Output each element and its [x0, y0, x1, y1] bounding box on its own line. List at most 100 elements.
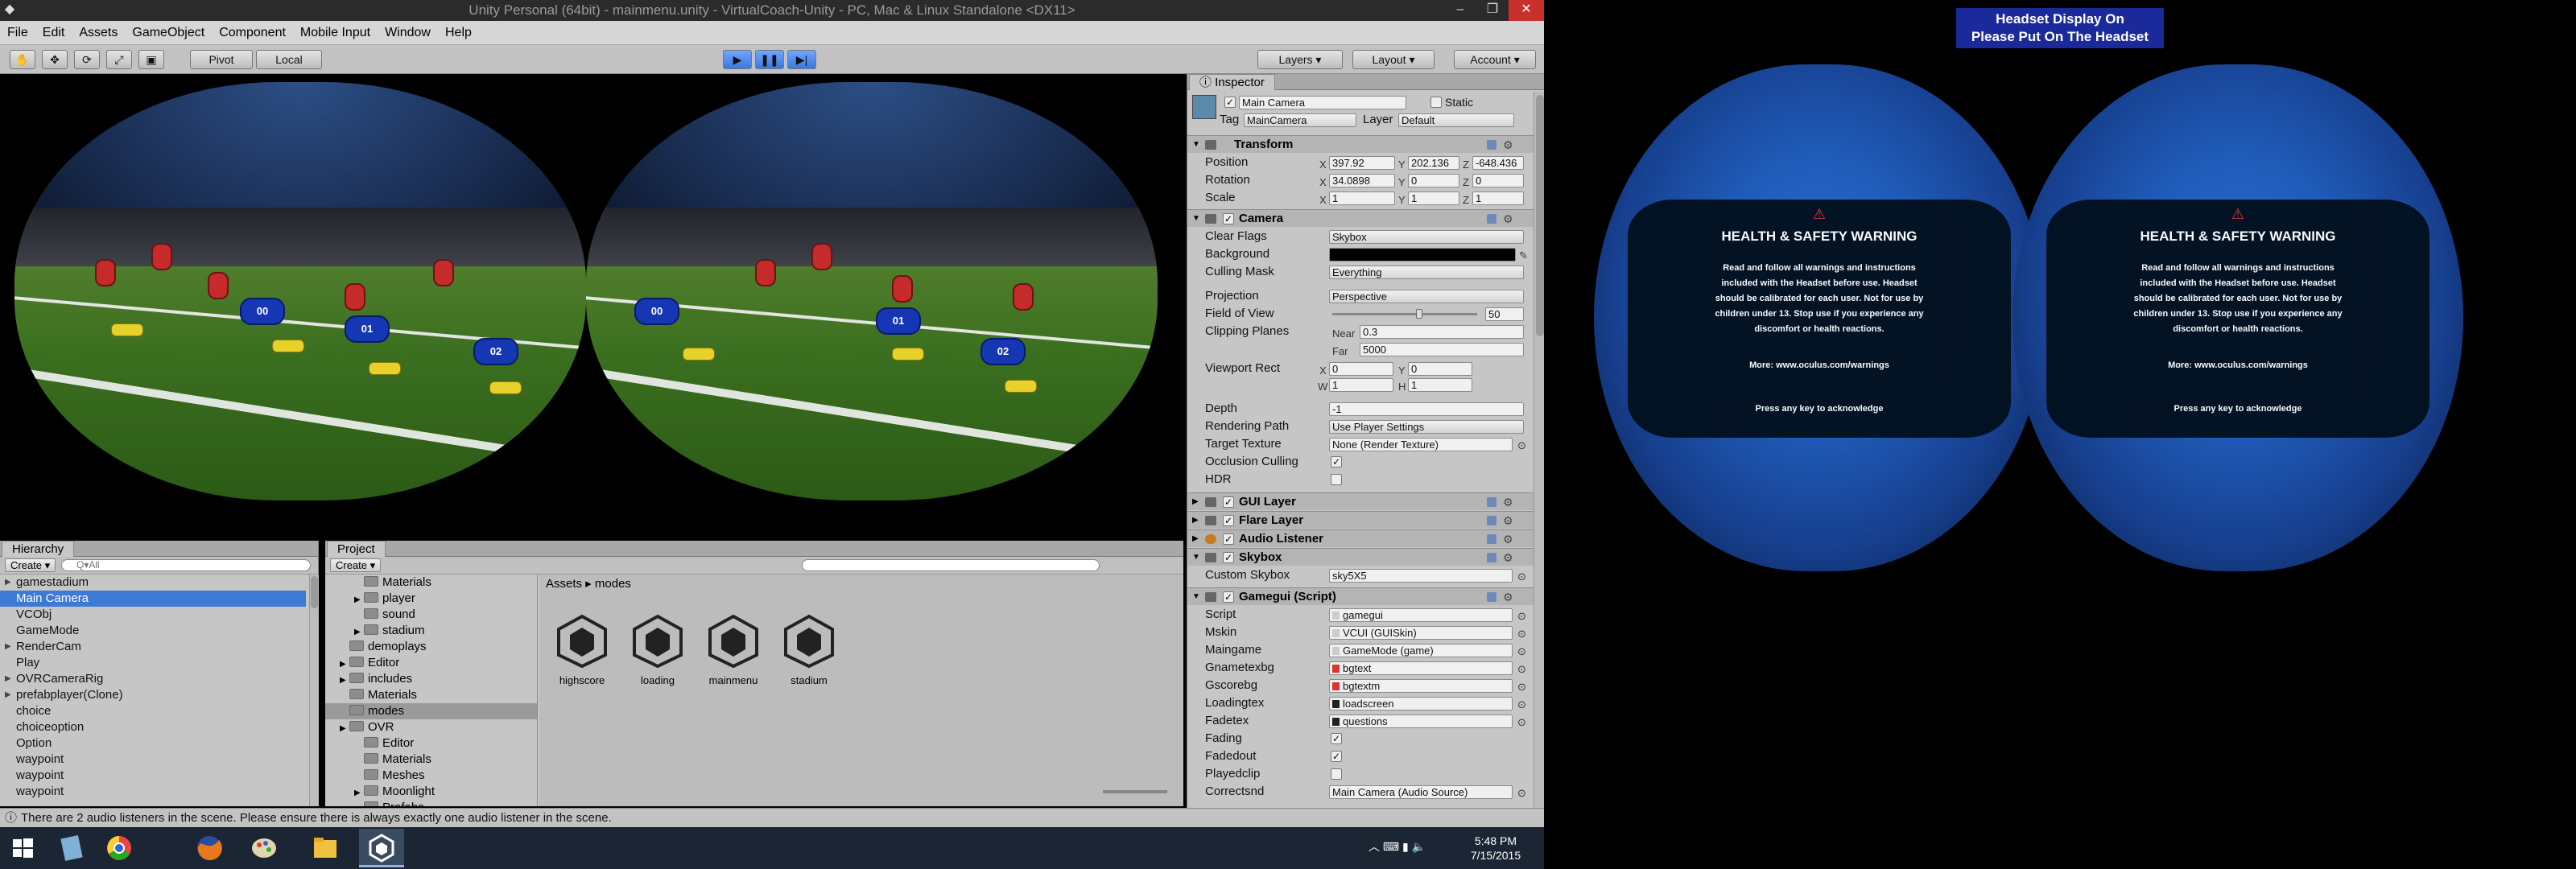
chrome-icon[interactable] — [97, 829, 142, 867]
project-folder-item[interactable]: Meshes — [325, 768, 537, 784]
help-icon[interactable] — [1487, 140, 1496, 150]
position-y-field[interactable]: 202.136 — [1408, 156, 1459, 170]
project-folder-item[interactable]: Materials — [325, 752, 537, 768]
rotation-y-field[interactable]: 0 — [1408, 174, 1459, 187]
help-icon[interactable] — [1487, 497, 1496, 507]
viewport-x-field[interactable]: 0 — [1329, 362, 1393, 376]
file-explorer-icon[interactable] — [303, 829, 348, 867]
gear-icon[interactable]: ⚙ — [1503, 512, 1513, 529]
hierarchy-item[interactable]: ▶ RenderCam — [0, 639, 306, 655]
project-folder-item[interactable]: modes — [325, 703, 537, 719]
menu-file[interactable]: File — [0, 21, 35, 45]
project-folder-item[interactable]: ▶ player — [325, 591, 537, 607]
depth-field[interactable]: -1 — [1329, 402, 1524, 416]
menu-edit[interactable]: Edit — [35, 21, 72, 45]
paint-icon[interactable] — [242, 829, 287, 867]
asset-mainmenu[interactable]: mainmenu — [699, 613, 768, 686]
tab-hierarchy[interactable]: Hierarchy — [2, 541, 75, 557]
expand-arrow-icon[interactable]: ▶ — [354, 592, 364, 608]
skybox-header[interactable]: ▼ ✓ Skybox ⚙ — [1187, 548, 1534, 566]
fov-slider[interactable] — [1332, 309, 1477, 319]
position-x-field[interactable]: 397.92 — [1329, 156, 1395, 170]
menu-gameobject[interactable]: GameObject — [125, 21, 212, 45]
gui-layer-checkbox[interactable]: ✓ — [1223, 496, 1234, 508]
close-button[interactable]: ✕ — [1509, 0, 1544, 21]
hierarchy-item[interactable]: ▶ OVRCameraRig — [0, 671, 306, 687]
tray-icons[interactable]: ︿ ⌨ ▮ 🔈 — [1368, 838, 1426, 855]
project-folder-item[interactable]: Editor — [325, 735, 537, 752]
object-picker-icon[interactable]: ⊙ — [1517, 678, 1526, 696]
object-picker-icon[interactable]: ⊙ — [1517, 714, 1526, 731]
gui-layer-header[interactable]: ▶ ✓ GUI Layer ⚙ — [1187, 492, 1534, 510]
static-checkbox[interactable] — [1430, 97, 1442, 108]
help-icon[interactable] — [1487, 214, 1496, 224]
firefox-icon[interactable] — [187, 829, 232, 867]
project-folder-item[interactable]: ▶ OVR — [325, 719, 537, 735]
viewport-y-field[interactable]: 0 — [1408, 362, 1472, 376]
culling-mask-dropdown[interactable]: Everything — [1329, 266, 1524, 279]
expand-arrow-icon[interactable]: ▶ — [340, 721, 349, 737]
active-checkbox[interactable]: ✓ — [1224, 97, 1236, 108]
fading-checkbox[interactable]: ✓ — [1331, 733, 1342, 744]
tab-project[interactable]: Project — [327, 541, 386, 557]
menu-help[interactable]: Help — [438, 21, 479, 45]
help-icon[interactable] — [1487, 516, 1496, 525]
account-dropdown[interactable]: Account ▾ — [1454, 50, 1536, 69]
position-z-field[interactable]: -648.436 — [1472, 156, 1524, 170]
gamegui-checkbox[interactable]: ✓ — [1223, 591, 1234, 603]
game-view[interactable]: 00 01 02 00 01 02 — [0, 74, 1185, 534]
object-reference-field[interactable]: GameMode (game) — [1329, 644, 1513, 657]
hierarchy-item[interactable]: GameMode — [0, 623, 306, 639]
hierarchy-item[interactable]: waypoint — [0, 752, 306, 768]
hand-tool-icon[interactable]: ✋ — [10, 50, 35, 69]
help-icon[interactable] — [1487, 534, 1496, 544]
object-reference-field[interactable]: gamegui — [1329, 608, 1513, 622]
correctsnd-field[interactable]: Main Camera (Audio Source) — [1329, 785, 1513, 799]
gear-icon[interactable]: ⚙ — [1503, 588, 1513, 606]
gear-icon[interactable]: ⚙ — [1503, 549, 1513, 566]
hierarchy-item[interactable]: choiceoption — [0, 719, 306, 735]
object-reference-field[interactable]: VCUI (GUISkin) — [1329, 626, 1513, 640]
tag-dropdown[interactable]: MainCamera — [1244, 113, 1356, 127]
gear-icon[interactable]: ⚙ — [1503, 493, 1513, 511]
project-folder-item[interactable]: ▶ Moonlight — [325, 784, 537, 800]
clock[interactable]: 5:48 PM 7/15/2015 — [1463, 834, 1528, 863]
expand-arrow-icon[interactable]: ▶ — [354, 785, 364, 801]
hierarchy-item[interactable]: ▶ prefabplayer(Clone) — [0, 687, 306, 703]
breadcrumb-assets[interactable]: Assets — [546, 577, 582, 591]
hierarchy-item[interactable]: Main Camera — [0, 591, 306, 607]
background-color-swatch[interactable] — [1329, 248, 1516, 262]
inspector-scrollbar[interactable] — [1534, 92, 1544, 808]
flare-layer-header[interactable]: ▶ ✓ Flare Layer ⚙ — [1187, 511, 1534, 529]
minimize-button[interactable]: – — [1444, 0, 1476, 21]
local-toggle[interactable]: Local — [256, 50, 322, 69]
hierarchy-item[interactable]: VCObj — [0, 607, 306, 623]
object-reference-field[interactable]: loadscreen — [1329, 697, 1513, 710]
flare-layer-checkbox[interactable]: ✓ — [1223, 515, 1234, 526]
asset-loading[interactable]: loading — [623, 613, 692, 686]
gear-icon[interactable]: ⚙ — [1503, 210, 1513, 228]
object-picker-icon[interactable]: ⊙ — [1517, 661, 1526, 678]
object-picker-icon[interactable]: ⊙ — [1517, 643, 1526, 661]
rendering-path-dropdown[interactable]: Use Player Settings — [1329, 420, 1524, 434]
menu-window[interactable]: Window — [378, 21, 438, 45]
maximize-button[interactable]: ❐ — [1476, 0, 1509, 21]
object-reference-field[interactable]: bgtext — [1329, 661, 1513, 675]
object-name-field[interactable]: Main Camera — [1239, 96, 1406, 109]
occlusion-checkbox[interactable]: ✓ — [1331, 456, 1342, 467]
fadedout-checkbox[interactable]: ✓ — [1331, 751, 1342, 762]
file-app-icon[interactable] — [48, 829, 93, 867]
pivot-toggle[interactable]: Pivot — [190, 50, 253, 69]
rotation-x-field[interactable]: 34.0898 — [1329, 174, 1395, 187]
layers-dropdown[interactable]: Layers ▾ — [1257, 50, 1343, 69]
expand-arrow-icon[interactable]: ▶ — [340, 673, 349, 689]
hierarchy-item[interactable]: Option — [0, 735, 306, 752]
gear-icon[interactable]: ⚙ — [1503, 136, 1513, 154]
project-folder-item[interactable]: Materials — [325, 687, 537, 703]
help-icon[interactable] — [1487, 553, 1496, 562]
asset-stadium[interactable]: stadium — [774, 613, 844, 686]
hdr-checkbox[interactable] — [1331, 474, 1342, 485]
scale-z-field[interactable]: 1 — [1472, 192, 1524, 205]
pause-button[interactable]: ❚❚ — [755, 50, 784, 69]
camera-enabled-checkbox[interactable]: ✓ — [1223, 213, 1234, 224]
